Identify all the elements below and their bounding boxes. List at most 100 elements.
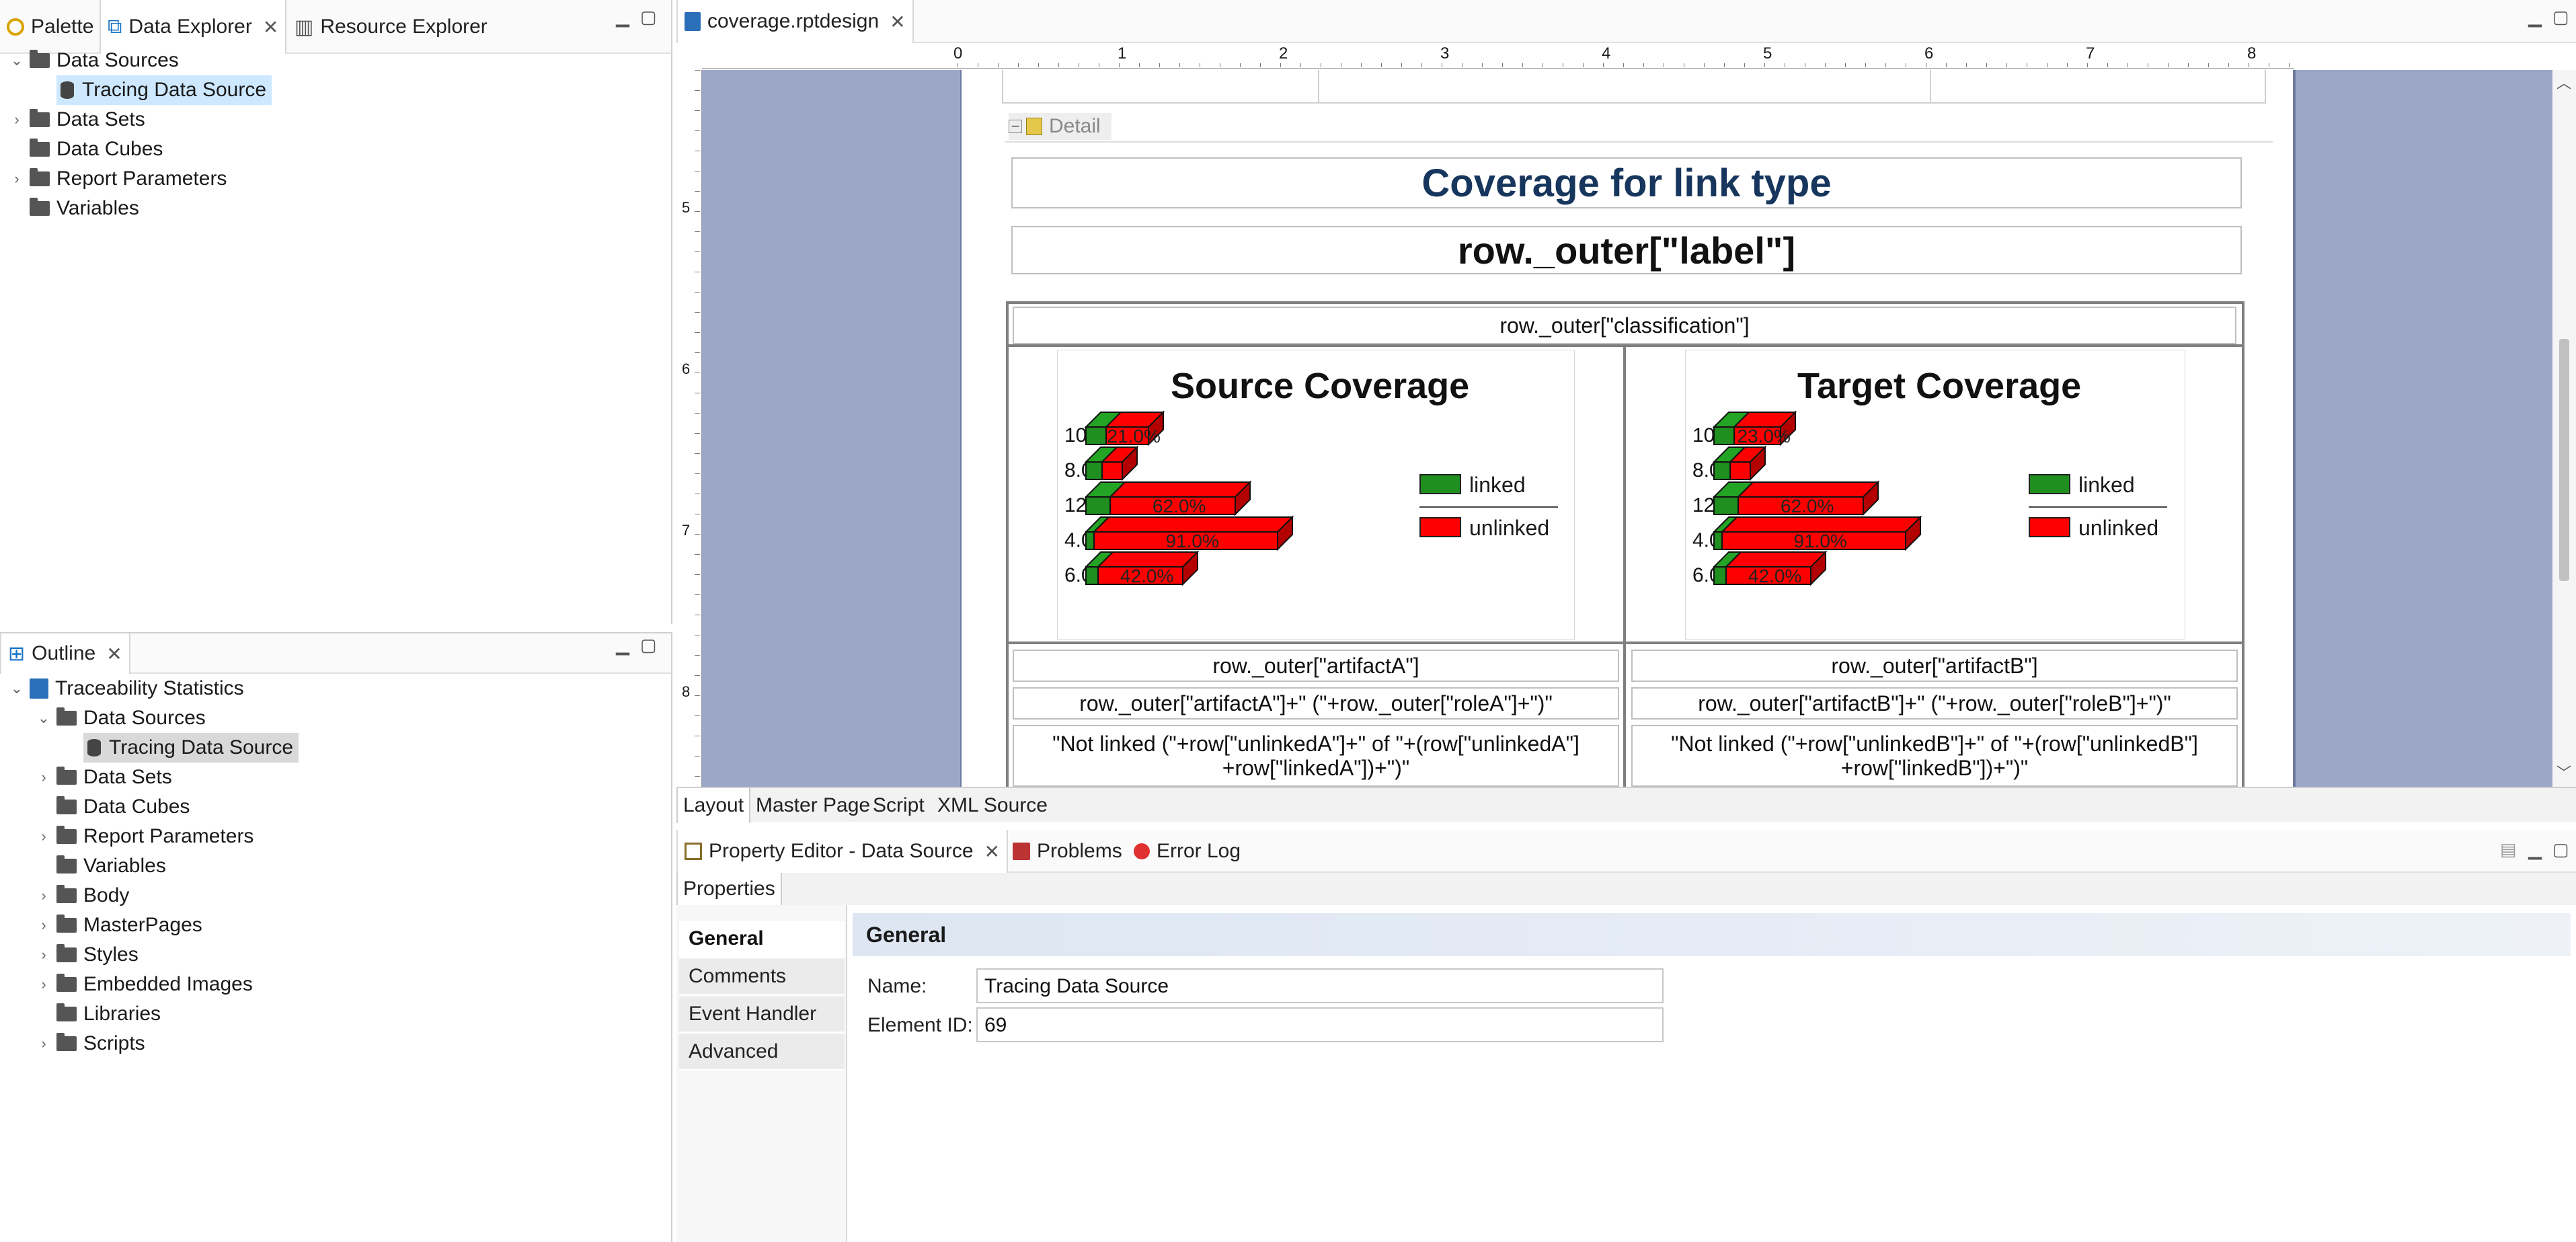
scroll-up-icon[interactable]: ︿ [2557, 71, 2571, 93]
data-label: 21.0% [1107, 426, 1161, 447]
outline-icon: ⊞ [8, 642, 26, 665]
outline-item-variables[interactable]: Variables [34, 851, 166, 881]
tree-item-tracing-data-source[interactable]: Tracing Data Source [56, 75, 272, 105]
name-input[interactable]: Tracing Data Source [976, 968, 1664, 1003]
bar-top-unlinked [1096, 551, 1200, 568]
tab-resource-explorer-label: Resource Explorer [320, 15, 487, 38]
minimize-icon[interactable]: ▁ [616, 635, 629, 656]
scrollbar-thumb[interactable] [2559, 339, 2569, 581]
role-b-field[interactable]: row._outer["artifactB"]+" ("+row._outer[… [1631, 687, 2238, 720]
detail-band-label[interactable]: − Detail [1009, 113, 1111, 140]
chevron-right-icon[interactable]: › [34, 1035, 54, 1052]
outline-panel: ⊞ Outline ✕ ▁ ▢ ⌄ Traceability Statistic… [0, 632, 672, 1242]
maximize-icon[interactable]: ▢ [2552, 7, 2569, 28]
outline-item-libraries[interactable]: Libraries [34, 999, 161, 1029]
bar-linked [1713, 566, 1727, 585]
not-linked-a-line1: "Not linked ("+row["unlinkedA"]+" of "+(… [1052, 732, 1579, 756]
chevron-down-icon[interactable]: ⌄ [34, 709, 54, 727]
tab-coverage-rptdesign[interactable]: coverage.rptdesign ✕ [676, 0, 914, 43]
not-linked-a-field[interactable]: "Not linked ("+row["unlinkedA"]+" of "+(… [1013, 725, 1619, 787]
minimize-icon[interactable]: ▁ [2528, 839, 2542, 860]
target-coverage-chart[interactable]: Target Coverage 10.0%23.0%8.0%12.0%62.0%… [1685, 350, 2185, 640]
artifact-a-field[interactable]: row._outer["artifactA"] [1013, 650, 1619, 682]
view-menu-icon[interactable]: ▤ [2500, 839, 2517, 860]
chevron-right-icon[interactable]: › [34, 946, 54, 964]
chevron-right-icon[interactable]: › [7, 170, 27, 188]
report-title[interactable]: Coverage for link type [1011, 157, 2242, 208]
close-icon[interactable]: ✕ [890, 11, 905, 33]
ruler-mark: 7 [682, 522, 691, 539]
tab-layout[interactable]: Layout [676, 788, 751, 823]
tab-script[interactable]: Script [867, 788, 930, 823]
prop-tab-event-handler[interactable]: Event Handler [679, 997, 845, 1033]
editor-scrollbar[interactable]: ︿ ﹀ [2552, 70, 2576, 787]
tab-xml-source[interactable]: XML Source [932, 788, 1053, 823]
outline-item-tracing-data-source[interactable]: Tracing Data Source [83, 733, 299, 763]
folder-icon [30, 139, 50, 157]
bar-top-unlinked [1736, 481, 1880, 498]
close-icon[interactable]: ✕ [263, 16, 278, 38]
outline-item-masterpages[interactable]: › MasterPages [34, 910, 202, 940]
scroll-down-icon[interactable]: ﹀ [2557, 761, 2571, 783]
outline-item-scripts[interactable]: › Scripts [34, 1029, 145, 1058]
chevron-right-icon[interactable]: › [34, 769, 54, 786]
outline-item-embedded-images[interactable]: › Embedded Images [34, 970, 253, 999]
folder-icon [56, 915, 77, 933]
problems-icon [1013, 843, 1030, 860]
artifact-b-field[interactable]: row._outer["artifactB"] [1631, 650, 2238, 682]
maximize-icon[interactable]: ▢ [2552, 839, 2569, 860]
tab-resource-explorer[interactable]: ▥ Resource Explorer [288, 0, 494, 54]
not-linked-b-field[interactable]: "Not linked ("+row["unlinkedB"]+" of "+(… [1631, 725, 2238, 787]
prop-tab-general[interactable]: General [679, 921, 845, 958]
close-icon[interactable]: ✕ [106, 643, 122, 665]
folder-icon [56, 944, 77, 962]
tab-error-log[interactable]: Error Log [1127, 830, 1247, 873]
outline-item-data-cubes[interactable]: Data Cubes [34, 792, 190, 822]
chevron-right-icon[interactable]: › [34, 828, 54, 845]
tab-property-editor[interactable]: Property Editor - Data Source ✕ [676, 830, 1008, 873]
tab-outline[interactable]: ⊞ Outline ✕ [0, 633, 130, 674]
minimize-icon[interactable]: ▁ [616, 7, 629, 28]
close-icon[interactable]: ✕ [984, 841, 1000, 863]
outline-item-data-sets[interactable]: › Data Sets [34, 763, 171, 792]
folder-icon [30, 168, 50, 186]
chevron-right-icon[interactable]: › [34, 917, 54, 934]
prop-tab-comments[interactable]: Comments [679, 959, 845, 995]
tree-item-report-parameters[interactable]: › Report Parameters [7, 164, 227, 194]
palette-icon [7, 18, 24, 36]
tab-master-page[interactable]: Master Page [750, 788, 875, 823]
property-editor-icon [685, 843, 702, 860]
tree-item-data-sets[interactable]: › Data Sets [7, 105, 145, 134]
tree-item-data-cubes[interactable]: Data Cubes [7, 134, 163, 164]
outline-item-body[interactable]: › Body [34, 881, 129, 910]
chevron-down-icon[interactable]: ⌄ [7, 52, 27, 69]
chevron-right-icon[interactable]: › [34, 887, 54, 904]
tab-problems[interactable]: Problems [1006, 830, 1129, 873]
collapse-icon[interactable]: − [1009, 118, 1022, 134]
prop-tab-advanced[interactable]: Advanced [679, 1034, 845, 1071]
maximize-icon[interactable]: ▢ [640, 7, 657, 28]
tree-item-label: Report Parameters [56, 167, 227, 190]
chevron-right-icon[interactable]: › [34, 976, 54, 993]
outline-item-label: Scripts [83, 1032, 145, 1054]
maximize-icon[interactable]: ▢ [640, 635, 657, 656]
chevron-right-icon[interactable]: › [7, 111, 27, 128]
outline-item-report-parameters[interactable]: › Report Parameters [34, 822, 253, 851]
row-label-field[interactable]: row._outer["label"] [1011, 226, 2242, 274]
outline-item-styles[interactable]: › Styles [34, 940, 138, 970]
bar-top-unlinked [1724, 551, 1828, 568]
minimize-icon[interactable]: ▁ [2528, 7, 2542, 28]
chevron-down-icon[interactable]: ⌄ [7, 680, 27, 697]
tree-item-data-sources[interactable]: ⌄ Data Sources [7, 46, 179, 75]
tree-item-variables[interactable]: Variables [7, 194, 139, 223]
outline-item-data-sources[interactable]: ⌄ Data Sources [34, 703, 206, 733]
tab-problems-label: Problems [1037, 840, 1122, 862]
ruler-mark: 2 [1279, 44, 1288, 63]
role-a-field[interactable]: row._outer["artifactA"]+" ("+row._outer[… [1013, 687, 1619, 720]
tab-editor-label: coverage.rptdesign [707, 10, 880, 32]
tab-properties[interactable]: Properties [676, 873, 782, 905]
outline-root[interactable]: ⌄ Traceability Statistics [7, 674, 244, 703]
source-coverage-chart[interactable]: Source Coverage 10.0%21.0%8.0%12.0%62.0%… [1057, 350, 1575, 640]
classification-field[interactable]: row._outer["classification"] [1013, 307, 2236, 344]
folder-icon [56, 974, 77, 992]
